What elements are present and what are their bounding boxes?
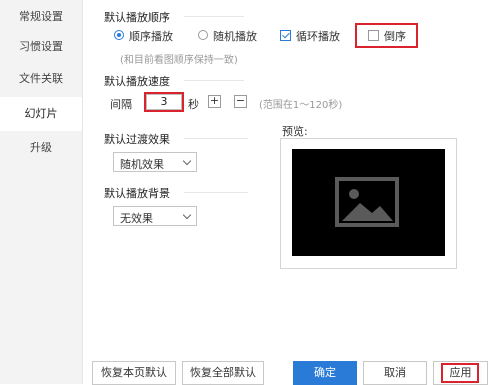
radio-random[interactable] [198,30,208,40]
background-heading: 默认播放背景 [104,187,170,200]
section-divider [184,16,244,17]
play-speed-heading: 默认播放速度 [104,75,170,88]
section-divider [184,138,248,139]
interval-range-hint: (范围在1～120秒) [259,100,343,111]
apply-highlight-box [441,363,479,383]
sidebar-item-slideshow[interactable]: 幻灯片 [0,97,82,131]
interval-label: 间隔 [110,98,132,111]
ok-button[interactable]: 确定 [293,361,357,385]
checkbox-loop-label[interactable]: 循环播放 [296,28,340,44]
section-divider [184,192,248,193]
checkbox-loop[interactable] [280,30,291,41]
background-select[interactable]: 无效果 [113,206,197,226]
settings-sidebar: 常规设置 习惯设置 文件关联 幻灯片 升级 [0,0,83,384]
restore-page-defaults-button[interactable]: 恢复本页默认 [92,361,176,385]
checkbox-reverse[interactable] [368,30,379,41]
transition-select-value: 随机效果 [120,158,164,171]
transition-heading: 默认过渡效果 [104,133,170,146]
sidebar-item-habits[interactable]: 习惯设置 [0,30,82,64]
sidebar-item-general[interactable]: 常规设置 [0,0,82,34]
radio-sequential[interactable] [114,30,124,40]
interval-highlight-box [144,92,184,112]
sidebar-item-upgrade[interactable]: 升级 [0,131,82,165]
chevron-down-icon [182,156,192,166]
checkbox-reverse-label[interactable]: 倒序 [384,28,406,44]
sidebar-item-file-association[interactable]: 文件关联 [0,62,82,96]
play-order-hint: (和目前看图顺序保持一致) [120,55,238,66]
preview-frame [280,138,457,269]
restore-all-defaults-button[interactable]: 恢复全部默认 [182,361,264,385]
background-select-value: 无效果 [120,212,153,225]
radio-random-label[interactable]: 随机播放 [213,28,257,44]
section-divider [184,80,244,81]
play-order-heading: 默认播放顺序 [104,11,170,24]
chevron-down-icon [182,210,192,220]
interval-increase-button[interactable]: + [208,95,221,108]
interval-unit: 秒 [188,98,199,111]
preview-screen [292,149,445,256]
transition-select[interactable]: 随机效果 [113,152,197,172]
preview-label: 预览: [282,125,308,138]
cancel-button[interactable]: 取消 [363,361,427,385]
interval-decrease-button[interactable]: − [234,95,247,108]
radio-sequential-label[interactable]: 顺序播放 [129,28,173,44]
image-placeholder-icon [335,177,399,227]
